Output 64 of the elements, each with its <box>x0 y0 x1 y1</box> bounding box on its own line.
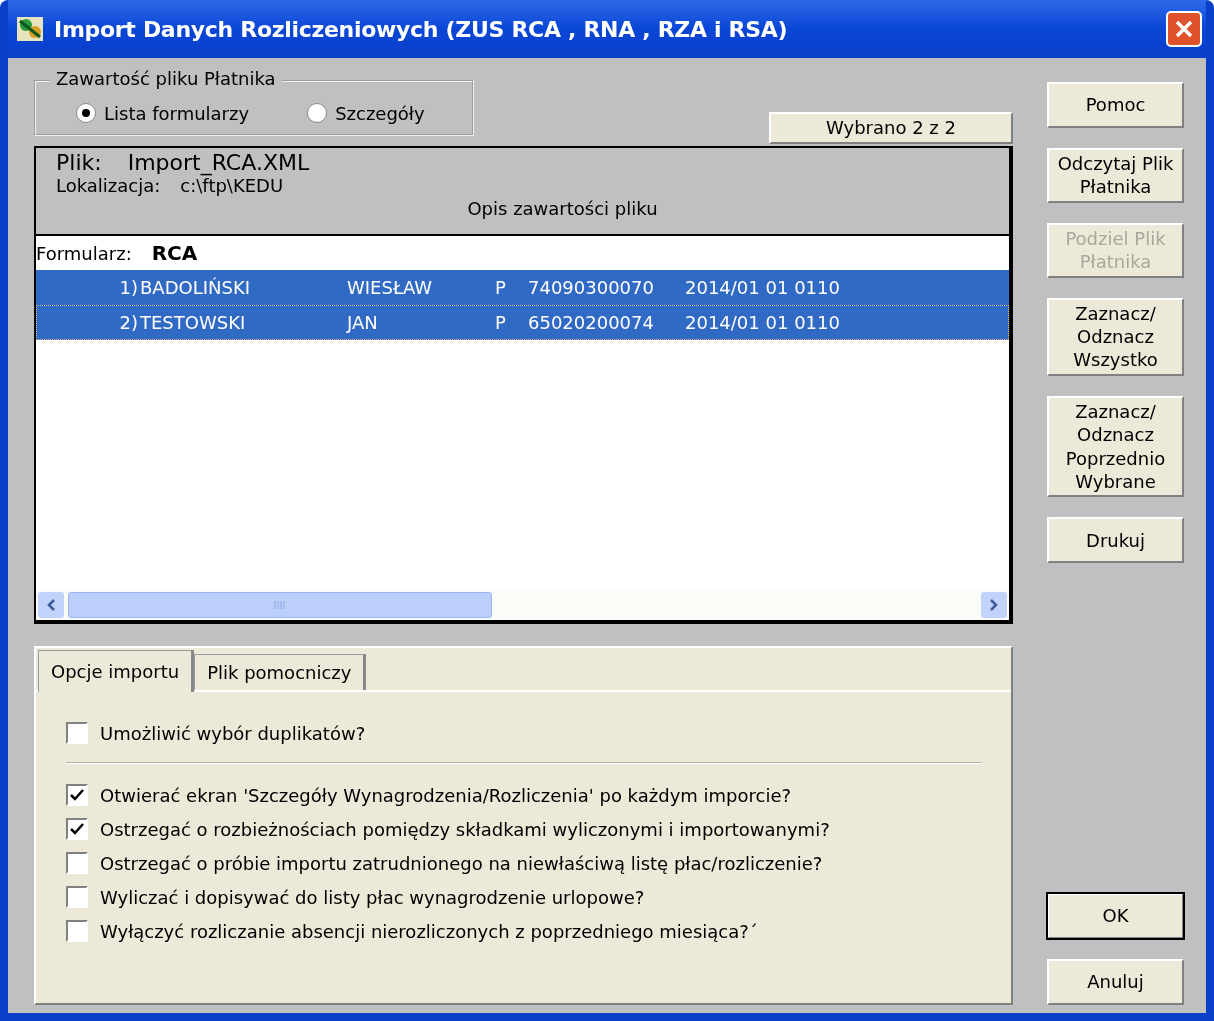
location-label: Lokalizacja: <box>56 175 161 196</box>
scroll-right-button[interactable] <box>981 592 1007 618</box>
scroll-left-button[interactable] <box>38 592 64 618</box>
code-cell-text: P <box>495 312 507 333</box>
row-number: 1) <box>118 277 139 298</box>
option-label: Umożliwić wybór duplikatów? <box>100 722 366 744</box>
form-label: Formularz: <box>36 242 132 264</box>
app-icon <box>16 15 46 43</box>
description-header: Opis zawartości pliku <box>467 198 658 219</box>
tab[interactable]: Opcje importu <box>38 650 195 692</box>
tab[interactable]: Plik pomocniczy <box>194 654 367 690</box>
scroll-thumb[interactable] <box>68 592 492 618</box>
radio-button[interactable] <box>76 103 96 123</box>
radio-option[interactable]: Lista formularzy <box>76 102 250 124</box>
option-label: Ostrzegać o próbie importu zatrudnionego na niewłaściwą listę płac/rozliczenie? <box>100 852 823 874</box>
selection-count-button[interactable]: Wybrano 2 z 2 <box>769 112 1013 144</box>
side-button[interactable]: Drukuj <box>1047 517 1184 564</box>
file-label: Plik: <box>56 150 102 175</box>
group-label: Zawartość pliku Płatnika <box>50 68 282 89</box>
option-label: Ostrzegać o rozbieżnościach pomiędzy składkami wyliczonymi i importowanymi? <box>100 818 830 840</box>
location-path: c:\ftp\KEDU <box>180 175 284 196</box>
code-cell-text: P <box>495 277 507 298</box>
file-name: Import_RCA.XML <box>127 150 310 175</box>
radio-dot-icon <box>82 109 90 117</box>
checkbox[interactable] <box>66 784 88 806</box>
id-number-cell-text: 65020200074 <box>528 312 655 333</box>
option-label: Wyłączyć rozliczanie absencji nierozliczonych z poprzedniego miesiąca?´ <box>100 920 758 942</box>
checkmark-icon <box>70 823 84 835</box>
checkbox[interactable] <box>66 818 88 840</box>
first-name-cell-text: WIESŁAW <box>347 277 434 298</box>
window-title: Import Danych Rozliczeniowych (ZUS RCA , RNA , RZA i RSA) <box>54 16 789 42</box>
side-button[interactable]: Zaznacz/ Odznacz Poprzednio Wybrane <box>1047 395 1184 498</box>
radio-label: Lista formularzy <box>104 102 250 124</box>
surname-cell-text: TESTOWSKI <box>140 312 247 333</box>
close-icon <box>1175 20 1193 38</box>
chevron-right-icon <box>989 598 999 612</box>
form-name: RCA <box>151 241 198 265</box>
horizontal-scrollbar[interactable] <box>36 590 1009 620</box>
option-label: Otwierać ekran 'Szczegóły Wynagrodzenia/Rozliczenia' po każdym imporcie? <box>100 784 792 806</box>
checkbox[interactable] <box>66 852 88 874</box>
close-button[interactable] <box>1166 11 1202 47</box>
checkbox[interactable] <box>66 886 88 908</box>
radio-button[interactable] <box>307 103 328 123</box>
radio-option[interactable]: Szczegóły <box>307 102 425 124</box>
grip-icon <box>273 600 287 610</box>
period-cell-text: 2014/01 01 0110 <box>685 312 841 333</box>
side-button[interactable]: Pomoc <box>1047 82 1184 128</box>
side-button[interactable]: Zaznacz/ Odznacz Wszystko <box>1047 297 1184 376</box>
surname-cell-text: BADOLIŃSKI <box>140 277 252 298</box>
record-row[interactable]: 1)BADOLIŃSKI WIESŁAW P 74090300070 2014/01 01 0110 <box>36 270 1009 305</box>
ok-button[interactable]: OK <box>1047 893 1184 939</box>
id-number-cell-text: 74090300070 <box>528 277 655 298</box>
checkmark-icon <box>70 789 84 801</box>
row-number: 2) <box>118 312 139 333</box>
cancel-button[interactable]: Anuluj <box>1047 959 1184 1005</box>
period-cell-text: 2014/01 01 0110 <box>685 277 841 298</box>
record-row[interactable]: 2)TESTOWSKI JAN P 65020200074 2014/01 01 0110 <box>36 305 1009 340</box>
option-label: Wyliczać i dopisywać do listy płac wynagrodzenie urlopowe? <box>100 886 645 908</box>
checkbox[interactable] <box>66 920 88 942</box>
side-button[interactable]: Odczytaj Plik Płatnika <box>1047 148 1184 203</box>
chevron-left-icon <box>46 598 56 612</box>
radio-label: Szczegóły <box>335 102 425 124</box>
first-name-cell-text: JAN <box>347 312 379 333</box>
checkbox[interactable] <box>66 722 88 744</box>
